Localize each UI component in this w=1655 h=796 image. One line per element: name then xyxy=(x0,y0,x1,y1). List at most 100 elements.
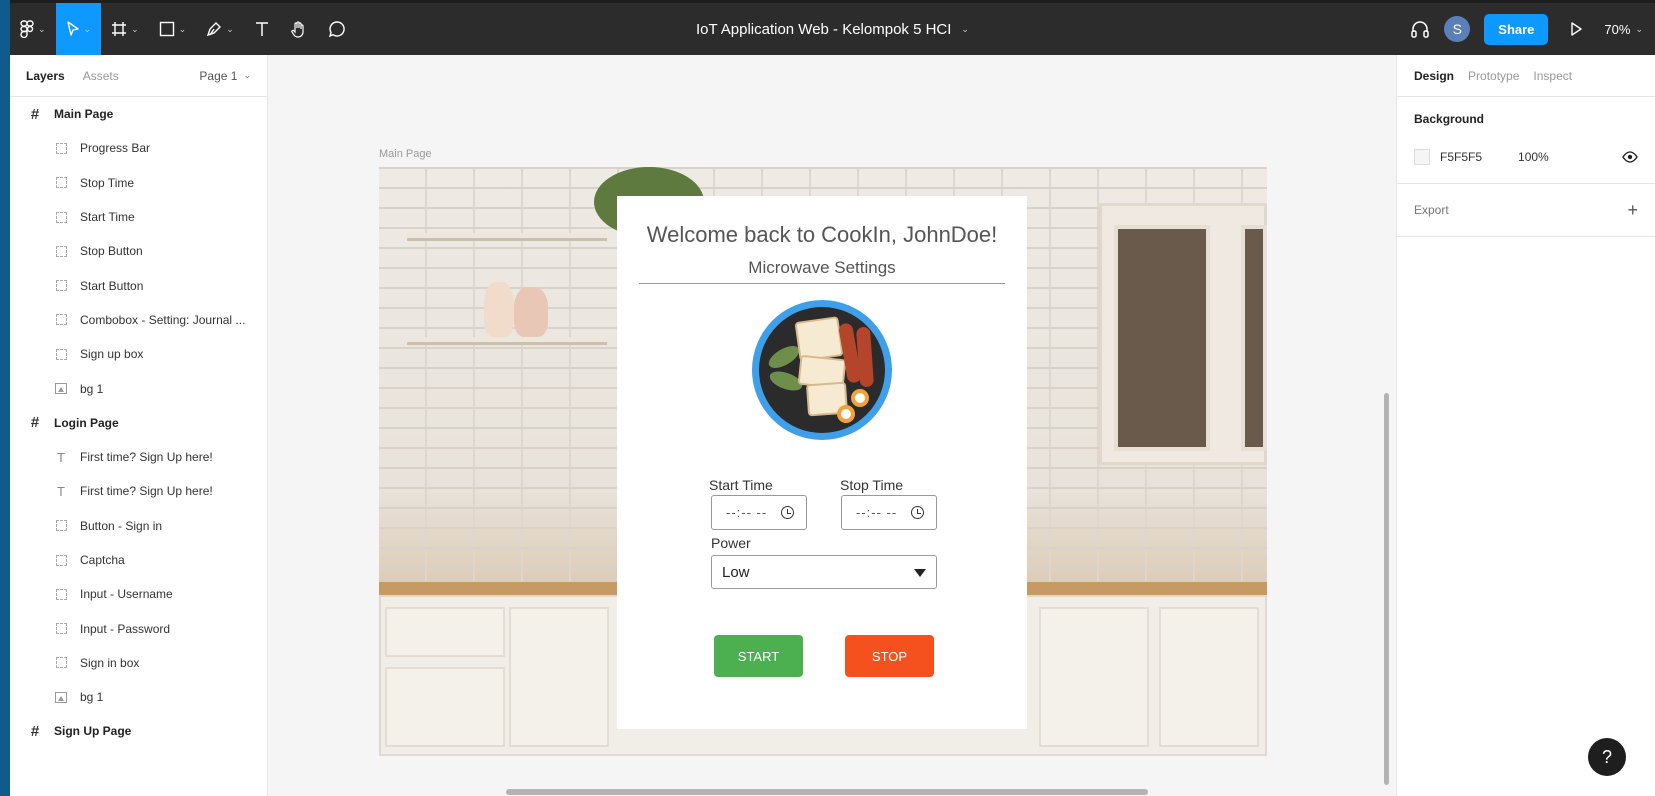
text-tool-button[interactable] xyxy=(244,3,280,55)
layer-row[interactable]: # Sign Up Page xyxy=(10,714,267,748)
layer-row[interactable]: Input - Username xyxy=(10,577,267,611)
background-opacity[interactable]: 100% xyxy=(1518,150,1549,164)
group-layer-icon xyxy=(55,142,67,154)
layer-name: Combobox - Setting: Journal ... xyxy=(80,312,246,327)
help-button[interactable]: ? xyxy=(1588,738,1626,776)
group-layer-icon xyxy=(54,313,68,327)
group-layer-icon xyxy=(55,623,67,635)
layer-row[interactable]: bg 1 xyxy=(10,680,267,714)
design-panel: Design Prototype Inspect Background F5F5… xyxy=(1396,55,1655,796)
stop-time-input[interactable]: --:-- -- xyxy=(841,495,937,530)
vase xyxy=(484,282,514,337)
main-menu-button[interactable]: ⌄ xyxy=(10,3,56,55)
horizontal-scrollbar[interactable] xyxy=(506,789,1148,795)
play-icon[interactable] xyxy=(1568,21,1584,37)
group-layer-icon xyxy=(54,279,68,293)
layer-row[interactable]: Captcha xyxy=(10,543,267,577)
background-hex[interactable]: F5F5F5 xyxy=(1440,150,1482,164)
comment-tool-button[interactable] xyxy=(318,3,356,55)
hand-tool-button[interactable] xyxy=(280,3,318,55)
eye-icon[interactable] xyxy=(1622,151,1638,163)
tab-prototype[interactable]: Prototype xyxy=(1468,69,1519,83)
layer-name: Sign in box xyxy=(80,655,140,670)
layer-row[interactable]: T First time? Sign Up here! xyxy=(10,440,267,474)
layer-name: Input - Username xyxy=(80,587,173,602)
layer-name: First time? Sign Up here! xyxy=(80,484,213,499)
layer-row[interactable]: # Main Page xyxy=(10,97,267,131)
headphones-icon[interactable] xyxy=(1410,20,1430,38)
glass-panel xyxy=(1114,225,1210,451)
main-page-frame[interactable]: Welcome back to CookIn, JohnDoe! Microwa… xyxy=(379,167,1267,756)
tab-assets[interactable]: Assets xyxy=(83,69,119,83)
layer-row[interactable]: Button - Sign in xyxy=(10,509,267,543)
clock-icon[interactable] xyxy=(911,506,924,519)
vertical-scrollbar[interactable] xyxy=(1384,393,1389,785)
layer-row[interactable]: Combobox - Setting: Journal ... xyxy=(10,303,267,337)
share-button[interactable]: Share xyxy=(1484,13,1549,45)
layer-row[interactable]: Progress Bar xyxy=(10,131,267,165)
desktop-edge xyxy=(0,0,10,796)
layer-row[interactable]: bg 1 xyxy=(10,371,267,405)
layer-name: Button - Sign in xyxy=(80,518,163,533)
pen-tool-button[interactable]: ⌄ xyxy=(196,3,244,55)
food-illustration xyxy=(752,300,892,440)
text-icon xyxy=(255,22,268,36)
export-label: Export xyxy=(1414,203,1449,217)
layer-row[interactable]: # Login Page xyxy=(10,406,267,440)
divider xyxy=(639,283,1005,284)
move-tool-button[interactable]: ⌄ xyxy=(55,3,102,55)
layer-row[interactable]: Stop Time xyxy=(10,166,267,200)
background-section: Background F5F5F5 100% xyxy=(1397,97,1655,184)
layer-name: Start Time xyxy=(80,210,135,225)
layer-row[interactable]: Start Button xyxy=(10,268,267,302)
frame-tool-button[interactable]: ⌄ xyxy=(101,3,149,55)
frame-hash-icon: # xyxy=(30,722,40,740)
group-layer-icon xyxy=(54,347,68,361)
image-layer-icon xyxy=(55,691,67,703)
layer-row[interactable]: Sign up box xyxy=(10,337,267,371)
shelf-top xyxy=(407,233,607,241)
layer-name: First time? Sign Up here! xyxy=(80,450,213,465)
stop-button[interactable]: STOP xyxy=(845,635,934,677)
page-selector[interactable]: Page 1 ⌄ xyxy=(199,69,251,83)
group-layer-icon xyxy=(54,519,68,533)
chevron-down-icon: ⌄ xyxy=(83,23,92,34)
layer-row[interactable]: T First time? Sign Up here! xyxy=(10,474,267,508)
start-time-input[interactable]: --:-- -- xyxy=(711,495,807,530)
background-fill-row: F5F5F5 100% xyxy=(1414,141,1638,173)
layer-row[interactable]: Start Time xyxy=(10,200,267,234)
export-section: Export + xyxy=(1397,184,1655,237)
chevron-down-icon: ⌄ xyxy=(178,23,187,34)
shape-tool-button[interactable]: ⌄ xyxy=(149,3,197,55)
power-select[interactable]: Low xyxy=(711,555,937,589)
sausage xyxy=(855,326,875,388)
canvas[interactable]: Main Page Welcome back to CookIn, JohnDo… xyxy=(268,55,1396,796)
text-layer-icon: T xyxy=(57,483,65,499)
layer-name: Sign Up Page xyxy=(54,724,132,739)
power-value: Low xyxy=(722,563,750,581)
layer-row[interactable]: Stop Button xyxy=(10,234,267,268)
frame-label[interactable]: Main Page xyxy=(379,148,432,160)
chevron-down-icon: ⌄ xyxy=(243,70,251,80)
frame-hash-icon: # xyxy=(30,414,40,432)
tab-layers[interactable]: Layers xyxy=(26,69,65,83)
group-layer-icon xyxy=(55,657,67,669)
clock-icon[interactable] xyxy=(781,506,794,519)
zoom-dropdown[interactable]: 70% ⌄ xyxy=(1604,22,1643,37)
plus-icon[interactable]: + xyxy=(1627,200,1638,221)
group-layer-icon xyxy=(54,622,68,636)
avatar[interactable]: S xyxy=(1444,16,1471,42)
file-title-button[interactable]: IoT Application Web - Kelompok 5 HCI ⌄ xyxy=(696,21,969,38)
export-row[interactable]: Export + xyxy=(1414,184,1638,236)
figma-logo-icon xyxy=(20,20,34,38)
tab-design[interactable]: Design xyxy=(1414,69,1454,83)
start-time-label: Start Time xyxy=(709,477,773,493)
chevron-down-icon: ⌄ xyxy=(1635,23,1643,34)
color-swatch[interactable] xyxy=(1414,149,1430,165)
tab-inspect[interactable]: Inspect xyxy=(1533,69,1572,83)
layer-row[interactable]: Sign in box xyxy=(10,646,267,680)
start-button[interactable]: START xyxy=(714,635,803,677)
layer-name: Login Page xyxy=(54,415,119,430)
chevron-down-icon xyxy=(914,569,926,577)
layer-row[interactable]: Input - Password xyxy=(10,611,267,645)
